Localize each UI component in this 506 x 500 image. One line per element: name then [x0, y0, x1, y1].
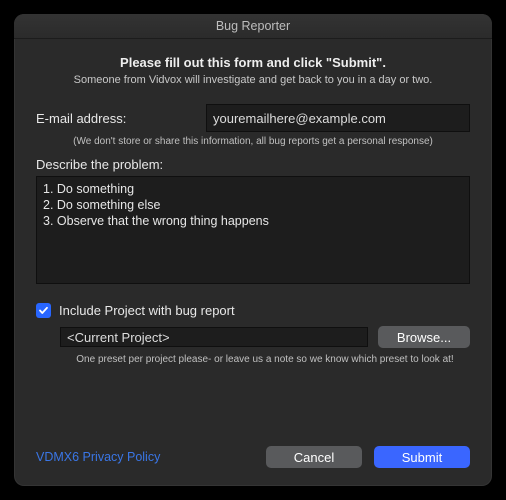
button-group: Cancel Submit — [266, 446, 470, 468]
email-label: E-mail address: — [36, 111, 196, 126]
privacy-link[interactable]: VDMX6 Privacy Policy — [36, 450, 160, 464]
include-row: Include Project with bug report — [36, 303, 470, 318]
footer-row: VDMX6 Privacy Policy Cancel Submit — [36, 446, 470, 468]
include-checkbox[interactable] — [36, 303, 51, 318]
include-label: Include Project with bug report — [59, 303, 235, 318]
describe-label: Describe the problem: — [36, 157, 470, 172]
content-area: Please fill out this form and click "Sub… — [14, 39, 492, 381]
submit-button[interactable]: Submit — [374, 446, 470, 468]
preset-note: One preset per project please- or leave … — [60, 354, 470, 365]
window-title: Bug Reporter — [14, 14, 492, 39]
bug-reporter-window: Bug Reporter Please fill out this form a… — [14, 14, 492, 486]
browse-button[interactable]: Browse... — [378, 326, 470, 348]
project-field[interactable] — [60, 327, 368, 347]
email-fineprint: (We don't store or share this informatio… — [36, 136, 470, 147]
email-field[interactable] — [206, 104, 470, 132]
checkmark-icon — [38, 305, 49, 316]
form-subheading: Someone from Vidvox will investigate and… — [36, 74, 470, 86]
email-row: E-mail address: — [36, 104, 470, 132]
cancel-button[interactable]: Cancel — [266, 446, 362, 468]
describe-textarea[interactable] — [36, 176, 470, 284]
form-heading: Please fill out this form and click "Sub… — [36, 55, 470, 70]
project-row: Browse... — [60, 326, 470, 348]
